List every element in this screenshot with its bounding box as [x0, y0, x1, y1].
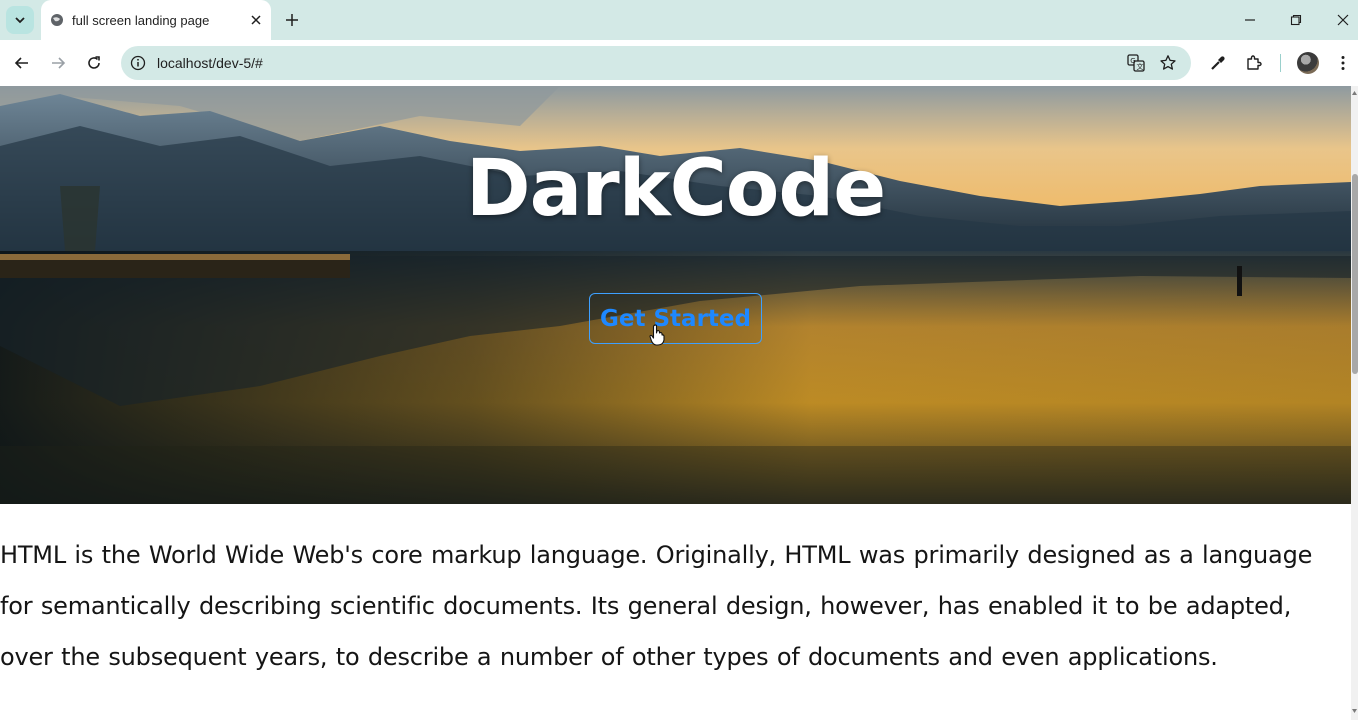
bookmark-button[interactable] — [1158, 53, 1178, 73]
close-icon — [1337, 14, 1349, 26]
minimize-button[interactable] — [1238, 8, 1262, 32]
scroll-down-arrow-icon[interactable] — [1351, 706, 1358, 716]
more-vertical-icon — [1341, 56, 1345, 70]
hero-title: DarkCode — [465, 144, 886, 234]
svg-text:G: G — [1130, 57, 1135, 65]
intro-paragraph: HTML is the World Wide Web's core markup… — [0, 530, 1351, 683]
site-info-button[interactable] — [129, 54, 147, 72]
svg-text:文: 文 — [1137, 62, 1144, 71]
scroll-up-arrow-icon[interactable] — [1351, 88, 1358, 98]
page-viewport: DarkCode Get Started HTML is the World W… — [0, 86, 1351, 720]
tab-search-button[interactable] — [6, 6, 34, 34]
star-icon — [1160, 55, 1176, 70]
eyedropper-icon — [1211, 56, 1225, 70]
puzzle-icon — [1247, 55, 1262, 70]
info-icon — [130, 55, 146, 71]
get-started-button[interactable]: Get Started — [589, 293, 762, 344]
tab-close-button[interactable] — [247, 11, 265, 29]
paragraph-line: over the subsequent years, to describe a… — [0, 643, 1218, 671]
arrow-right-icon — [52, 57, 66, 69]
reload-button[interactable] — [82, 51, 106, 75]
forward-button[interactable] — [46, 51, 70, 75]
translate-icon: G文 — [1127, 54, 1145, 72]
paragraph-line: HTML is the World Wide Web's core markup… — [0, 541, 1313, 569]
chevron-down-icon — [15, 17, 25, 24]
new-tab-button[interactable] — [281, 9, 303, 31]
restore-icon — [1290, 14, 1302, 26]
eyedropper-extension-button[interactable] — [1206, 51, 1230, 75]
address-bar[interactable]: localhost/dev-5/# G文 — [121, 46, 1191, 80]
active-tab[interactable]: full screen landing page — [41, 0, 271, 40]
extensions-button[interactable] — [1242, 51, 1266, 75]
hero-section: DarkCode Get Started — [0, 86, 1351, 504]
toolbar-separator — [1280, 54, 1281, 72]
plus-icon — [286, 14, 298, 26]
tab-title: full screen landing page — [72, 13, 210, 28]
hand-pointer-cursor-icon — [649, 324, 665, 346]
globe-icon — [51, 14, 63, 26]
close-window-button[interactable] — [1331, 8, 1355, 32]
reload-icon — [88, 56, 100, 69]
restore-button[interactable] — [1284, 8, 1308, 32]
profile-avatar[interactable] — [1297, 52, 1319, 74]
arrow-left-icon — [14, 57, 28, 69]
back-button[interactable] — [10, 51, 34, 75]
browser-toolbar: localhost/dev-5/# G文 — [0, 40, 1358, 86]
translate-button[interactable]: G文 — [1126, 53, 1146, 73]
url-text: localhost/dev-5/# — [157, 55, 263, 71]
close-icon — [251, 15, 261, 25]
minimize-icon — [1245, 19, 1255, 21]
browser-menu-button[interactable] — [1331, 51, 1355, 75]
tab-strip: full screen landing page — [0, 0, 1358, 40]
paragraph-line: for semantically describing scientific d… — [0, 592, 1292, 620]
scrollbar-thumb[interactable] — [1352, 174, 1358, 374]
